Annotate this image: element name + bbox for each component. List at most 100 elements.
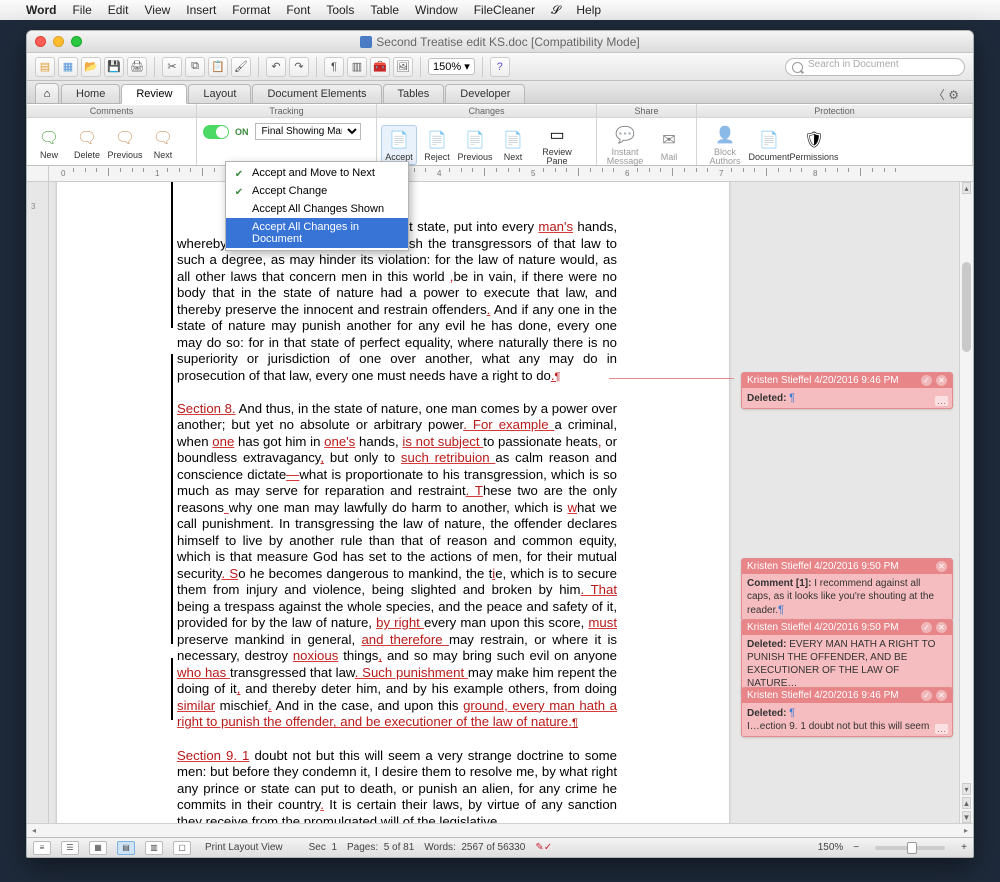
accept-all-document-item[interactable]: Accept All Changes in Document	[226, 218, 408, 248]
zoom-in-icon[interactable]: +	[961, 842, 967, 853]
tab-review[interactable]: Review	[121, 84, 187, 104]
pilcrow-toggle-icon[interactable]: ¶	[324, 57, 344, 77]
cut-icon[interactable]: ✂	[162, 57, 182, 77]
focus-view-button[interactable]: ▢	[173, 841, 191, 855]
scroll-down-icon[interactable]: ▾	[962, 783, 971, 795]
menu-script-icon[interactable]: 𝓢	[551, 3, 560, 18]
next-comment-button[interactable]: 🗨Next	[145, 123, 181, 163]
track-changes-toggle[interactable]	[203, 125, 229, 139]
redo-icon[interactable]: ↷	[289, 57, 309, 77]
tab-home[interactable]: Home	[61, 84, 120, 103]
tab-layout[interactable]: Layout	[188, 84, 251, 103]
change-balloon[interactable]: Kristen Stieffel 4/20/2016 9:50 PM✓✕ Del…	[741, 619, 953, 694]
paste-icon[interactable]: 📋	[208, 57, 228, 77]
print-icon[interactable]: 🖨	[127, 57, 147, 77]
block-authors-button[interactable]: 👤Block Authors	[701, 120, 749, 169]
instant-message-button[interactable]: 💬Instant Message	[601, 120, 649, 169]
zoom-value[interactable]: 150%	[818, 842, 844, 853]
templates-icon[interactable]: ▦	[58, 57, 78, 77]
app-menu[interactable]: Word	[26, 3, 56, 17]
reject-icon[interactable]: ✕	[936, 375, 947, 386]
view-label: Print Layout View	[205, 842, 283, 853]
accept-dropdown-menu: ✔Accept and Move to Next ✔Accept Change …	[225, 161, 409, 251]
review-pane-button[interactable]: ▭Review Pane	[533, 120, 581, 169]
menu-edit[interactable]: Edit	[108, 3, 129, 17]
menu-font[interactable]: Font	[286, 3, 310, 17]
accept-icon[interactable]: ✓	[921, 622, 932, 633]
ribbon-group-share: Share	[597, 105, 696, 118]
ribbon-collapse-icon[interactable]: 〈 ⚙	[927, 86, 965, 103]
publishing-view-button[interactable]: ▦	[89, 841, 107, 855]
markup-view-select[interactable]: Final Showing Markup	[255, 123, 361, 140]
mail-button[interactable]: ✉Mail	[651, 125, 687, 165]
document-icon	[360, 36, 372, 48]
save-icon[interactable]: 💾	[104, 57, 124, 77]
scroll-up-icon[interactable]: ▴	[962, 182, 971, 194]
vertical-ruler[interactable]: 3	[27, 182, 49, 823]
change-balloon[interactable]: Kristen Stieffel 4/20/2016 9:46 PM✓✕ Del…	[741, 687, 953, 737]
toolbox-icon[interactable]: 🧰	[370, 57, 390, 77]
format-painter-icon[interactable]: 🖌	[231, 57, 251, 77]
delete-comment-button[interactable]: 🗨Delete	[69, 123, 105, 163]
menu-filecleaner[interactable]: FileCleaner	[474, 3, 535, 17]
more-icon[interactable]: …	[935, 396, 948, 406]
vertical-scrollbar[interactable]: ▴ ▾ ▲ ▼	[959, 182, 973, 823]
scroll-thumb[interactable]	[962, 262, 971, 352]
accept-all-shown-item[interactable]: Accept All Changes Shown	[226, 200, 408, 218]
accept-change-item[interactable]: ✔Accept Change	[226, 182, 408, 200]
accept-icon[interactable]: ✓	[921, 690, 932, 701]
menu-table[interactable]: Table	[370, 3, 399, 17]
protect-document-button[interactable]: 📄Document	[751, 125, 787, 165]
next-page-icon[interactable]: ▼	[962, 811, 971, 823]
media-icon[interactable]: 🖼	[393, 57, 413, 77]
zoom-out-icon[interactable]: −	[853, 842, 859, 853]
document-page[interactable]: and the ties of the common law of reason…	[57, 182, 729, 823]
help-icon[interactable]: ?	[490, 57, 510, 77]
previous-comment-button[interactable]: 🗨Previous	[107, 123, 143, 163]
new-comment-button[interactable]: 🗨New	[31, 123, 67, 163]
open-icon[interactable]: 📂	[81, 57, 101, 77]
tab-home-icon[interactable]: ⌂	[35, 83, 59, 103]
undo-icon[interactable]: ↶	[266, 57, 286, 77]
menu-insert[interactable]: Insert	[186, 3, 216, 17]
accept-icon[interactable]: ✓	[921, 375, 932, 386]
menu-view[interactable]: View	[144, 3, 170, 17]
more-icon[interactable]: …	[935, 724, 948, 734]
sidebar-icon[interactable]: ▥	[347, 57, 367, 77]
print-layout-view-button[interactable]: ▤	[117, 841, 135, 855]
accept-move-next-item[interactable]: ✔Accept and Move to Next	[226, 164, 408, 182]
reject-icon[interactable]: ✕	[936, 622, 947, 633]
tab-document-elements[interactable]: Document Elements	[252, 84, 381, 103]
reject-change-button[interactable]: 📄Reject	[419, 125, 455, 165]
new-doc-icon[interactable]: ▤	[35, 57, 55, 77]
zoom-slider[interactable]	[875, 846, 945, 850]
menu-format[interactable]: Format	[232, 3, 270, 17]
copy-icon[interactable]: ⧉	[185, 57, 205, 77]
menu-file[interactable]: File	[72, 3, 91, 17]
next-change-button[interactable]: 📄Next	[495, 125, 531, 165]
previous-change-button[interactable]: 📄Previous	[457, 125, 493, 165]
menu-window[interactable]: Window	[415, 3, 458, 17]
quick-access-toolbar: ▤ ▦ 📂 💾 🖨 ✂ ⧉ 📋 🖌 ↶ ↷ ¶ ▥ 🧰 🖼 150% ▾ ? S…	[27, 53, 973, 81]
horizontal-scrollbar[interactable]: ◂ ▸	[27, 823, 973, 837]
menu-help[interactable]: Help	[576, 3, 601, 17]
outline-view-button[interactable]: ☰	[61, 841, 79, 855]
zoom-select[interactable]: 150% ▾	[428, 58, 475, 75]
ruler[interactable]: 012345678	[27, 166, 973, 182]
search-input[interactable]: Search in Document	[785, 58, 965, 76]
accept-change-button[interactable]: 📄Accept	[381, 125, 417, 165]
reject-icon[interactable]: ✕	[936, 690, 947, 701]
notebook-view-button[interactable]: ▥	[145, 841, 163, 855]
prev-page-icon[interactable]: ▲	[962, 797, 971, 809]
comment-balloon[interactable]: Kristen Stieffel 4/20/2016 9:50 PM✕ Comm…	[741, 558, 953, 621]
tab-developer[interactable]: Developer	[445, 84, 525, 103]
draft-view-button[interactable]: ≡	[33, 841, 51, 855]
tab-tables[interactable]: Tables	[383, 84, 445, 103]
spellcheck-icon[interactable]: ✎✓	[535, 842, 552, 853]
change-balloon[interactable]: Kristen Stieffel 4/20/2016 9:46 PM✓✕ Del…	[741, 372, 953, 409]
permissions-button[interactable]: 🛡Permissions	[789, 125, 839, 165]
titlebar: Second Treatise edit KS.doc [Compatibili…	[27, 31, 973, 53]
close-icon[interactable]: ✕	[936, 561, 947, 572]
document-body[interactable]: and the ties of the common law of reason…	[177, 182, 617, 823]
menu-tools[interactable]: Tools	[326, 3, 354, 17]
